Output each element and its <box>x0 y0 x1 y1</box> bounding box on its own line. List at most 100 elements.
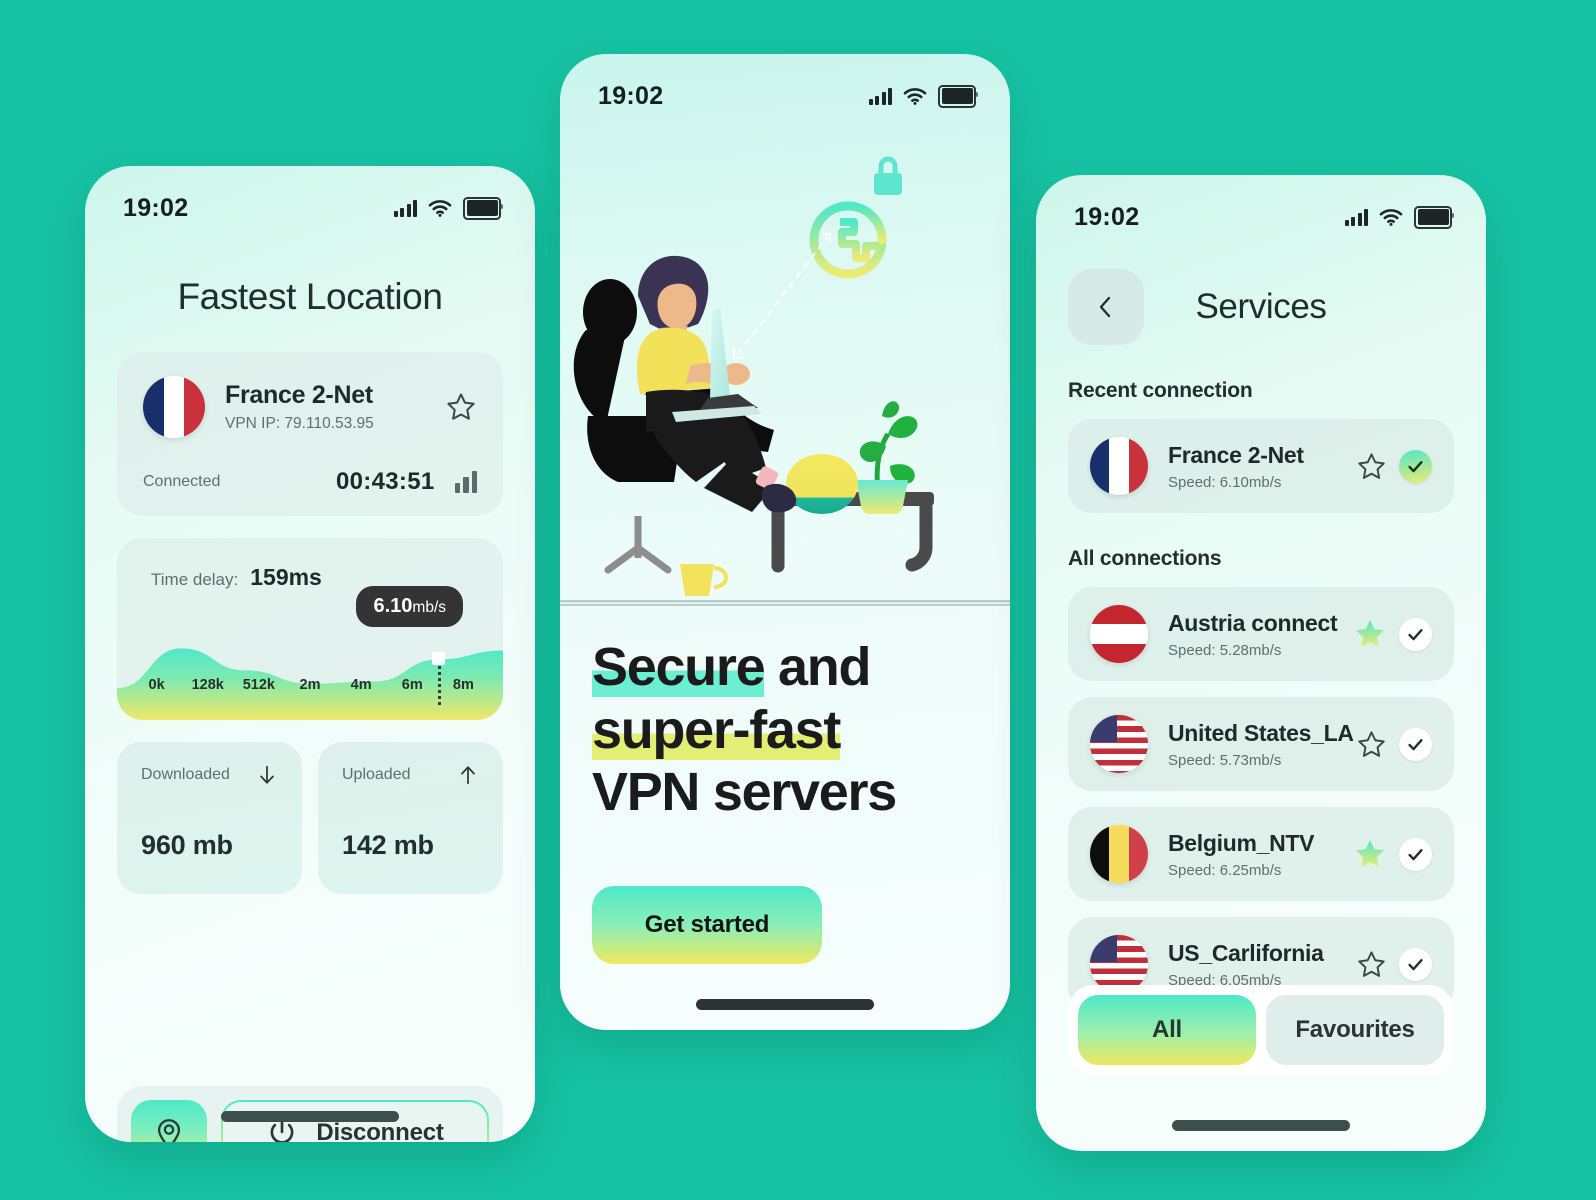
connection-actions <box>1356 727 1432 761</box>
get-started-button[interactable]: Get started <box>592 885 822 964</box>
recent-connection-info: France 2-Net Speed: 6.10mb/s <box>1168 442 1356 491</box>
wifi-icon <box>903 88 927 105</box>
status-bar: 19:02 <box>85 166 535 228</box>
connection-speed: Speed: 6.25mb/s <box>1168 861 1282 879</box>
time-delay-row: Time delay: 159ms <box>117 538 503 591</box>
star-outline-icon[interactable] <box>1356 949 1387 980</box>
onboarding-headline: Secure and super-fast VPN servers <box>592 636 978 824</box>
battery-icon <box>938 84 978 108</box>
onboarding-illustration <box>560 116 1010 606</box>
time-delay-label: Time delay: <box>151 570 239 589</box>
check-icon[interactable] <box>1399 449 1432 483</box>
status-bar-clock: 19:02 <box>123 193 189 222</box>
connection-info: United States_LA Speed: 5.73mb/s <box>1168 720 1356 769</box>
chart-x-axis: 0k 128k 512k 2m 4m 6m 8m <box>117 677 503 693</box>
connection-name: Austria connect <box>1168 609 1338 636</box>
location-card-header: France 2-Net VPN IP: 79.110.53.95 <box>143 376 477 438</box>
check-icon[interactable] <box>1399 947 1432 981</box>
connection-actions <box>1356 947 1432 981</box>
star-outline-icon[interactable] <box>1356 451 1387 482</box>
battery-icon <box>463 196 503 220</box>
wifi-icon <box>428 200 452 217</box>
phone-onboarding: 19:02 Secure and super-fast VPN servers … <box>560 54 1010 1030</box>
connection-speed: Speed: 5.28mb/s <box>1168 641 1282 659</box>
services-title: Services <box>1195 287 1327 326</box>
flag-austria-icon <box>1090 605 1148 663</box>
star-outline-icon[interactable] <box>1356 729 1387 760</box>
chart-highlight-marker <box>432 652 446 666</box>
filter-tab-favourites[interactable]: Favourites <box>1266 995 1444 1065</box>
chart-x-tick: 6m <box>401 677 423 693</box>
status-bar: 19:02 <box>560 54 1010 116</box>
status-bar-icons <box>393 196 503 220</box>
person-working-laptop-illustration <box>560 156 1010 603</box>
recent-connection-speed: Speed: 6.10mb/s <box>1168 473 1282 491</box>
map-pin-icon <box>157 1119 181 1142</box>
speed-chart-card[interactable]: Time delay: 159ms 6.10mb/s 0k 128k 512k … <box>117 538 503 720</box>
home-indicator <box>1172 1120 1350 1131</box>
recent-connection-actions <box>1356 449 1432 483</box>
downloaded-card[interactable]: Downloaded 960 mb <box>117 742 302 894</box>
chart-x-tick: 8m <box>452 677 474 693</box>
uploaded-value: 142 mb <box>342 830 434 860</box>
star-outline-icon[interactable] <box>445 391 477 423</box>
connection-actions <box>1353 837 1432 871</box>
chart-x-tick: 0k <box>148 677 165 693</box>
downloaded-header: Downloaded <box>141 764 278 786</box>
filter-tab-all[interactable]: All <box>1078 995 1256 1065</box>
headline-highlight-superfast: super-fast <box>592 699 841 760</box>
home-indicator <box>696 999 874 1010</box>
check-icon[interactable] <box>1399 837 1432 871</box>
services-header: Services <box>1068 269 1454 345</box>
status-bar-clock: 19:02 <box>1074 202 1140 231</box>
check-icon[interactable] <box>1399 727 1432 761</box>
downloaded-value: 960 mb <box>141 830 233 860</box>
current-location-card[interactable]: France 2-Net VPN IP: 79.110.53.95 Connec… <box>117 352 503 516</box>
chart-x-tick: 2m <box>299 677 321 693</box>
cellular-signal-icon <box>1344 208 1368 226</box>
recent-section-title: Recent connection <box>1068 379 1253 402</box>
arrow-up-icon <box>461 766 475 785</box>
downloaded-label: Downloaded <box>141 766 230 783</box>
flag-france-icon <box>143 376 205 438</box>
connections-list: Austria connect Speed: 5.28mb/s United S… <box>1068 587 1454 1011</box>
connection-row[interactable]: United States_LA Speed: 5.73mb/s <box>1068 697 1454 791</box>
location-picker-button[interactable] <box>131 1100 207 1142</box>
headline-line-3: VPN servers <box>592 762 897 823</box>
cellular-signal-icon <box>868 87 892 105</box>
flag-belgium-icon <box>1090 825 1148 883</box>
filter-tabs: All Favourites <box>1068 985 1454 1075</box>
phone-services: 19:02 Services Recent connection France … <box>1036 175 1486 1151</box>
uploaded-card[interactable]: Uploaded 142 mb <box>318 742 503 894</box>
check-icon[interactable] <box>1399 617 1432 651</box>
all-connections-section-title: All connections <box>1068 547 1222 570</box>
illustration-baseline <box>560 604 1010 606</box>
uploaded-header: Uploaded <box>342 764 479 786</box>
status-bar: 19:02 <box>1036 175 1486 237</box>
connection-info: US_Carlifornia Speed: 6.05mb/s <box>1168 940 1356 989</box>
recent-connection-row[interactable]: France 2-Net Speed: 6.10mb/s <box>1068 419 1454 513</box>
chart-x-tick: 512k <box>242 677 275 693</box>
headline-line-1: Secure and <box>592 636 978 699</box>
headline-line-2: super-fast <box>592 699 978 762</box>
status-bar-icons <box>1344 205 1454 229</box>
star-filled-icon[interactable] <box>1353 837 1387 871</box>
location-info: France 2-Net VPN IP: 79.110.53.95 <box>225 381 445 433</box>
phone-dashboard: 19:02 Fastest Location France 2-Net VPN … <box>85 166 535 1142</box>
location-name: France 2-Net <box>225 381 373 409</box>
connection-duration: 00:43:51 <box>336 468 435 495</box>
connection-info: Belgium_NTV Speed: 6.25mb/s <box>1168 830 1353 879</box>
recent-connection-name: France 2-Net <box>1168 441 1304 468</box>
back-button[interactable] <box>1068 269 1144 345</box>
flag-france-icon <box>1090 437 1148 495</box>
globe-lock-icon <box>809 156 902 279</box>
connection-name: Belgium_NTV <box>1168 829 1315 856</box>
star-filled-icon[interactable] <box>1353 617 1387 651</box>
connection-row[interactable]: Belgium_NTV Speed: 6.25mb/s <box>1068 807 1454 901</box>
connection-name: US_Carlifornia <box>1168 939 1324 966</box>
headline-and: and <box>764 637 871 697</box>
home-indicator <box>221 1111 399 1122</box>
connection-name: United States_LA <box>1168 719 1354 746</box>
chart-x-tick: 128k <box>191 677 224 693</box>
connection-row[interactable]: Austria connect Speed: 5.28mb/s <box>1068 587 1454 681</box>
